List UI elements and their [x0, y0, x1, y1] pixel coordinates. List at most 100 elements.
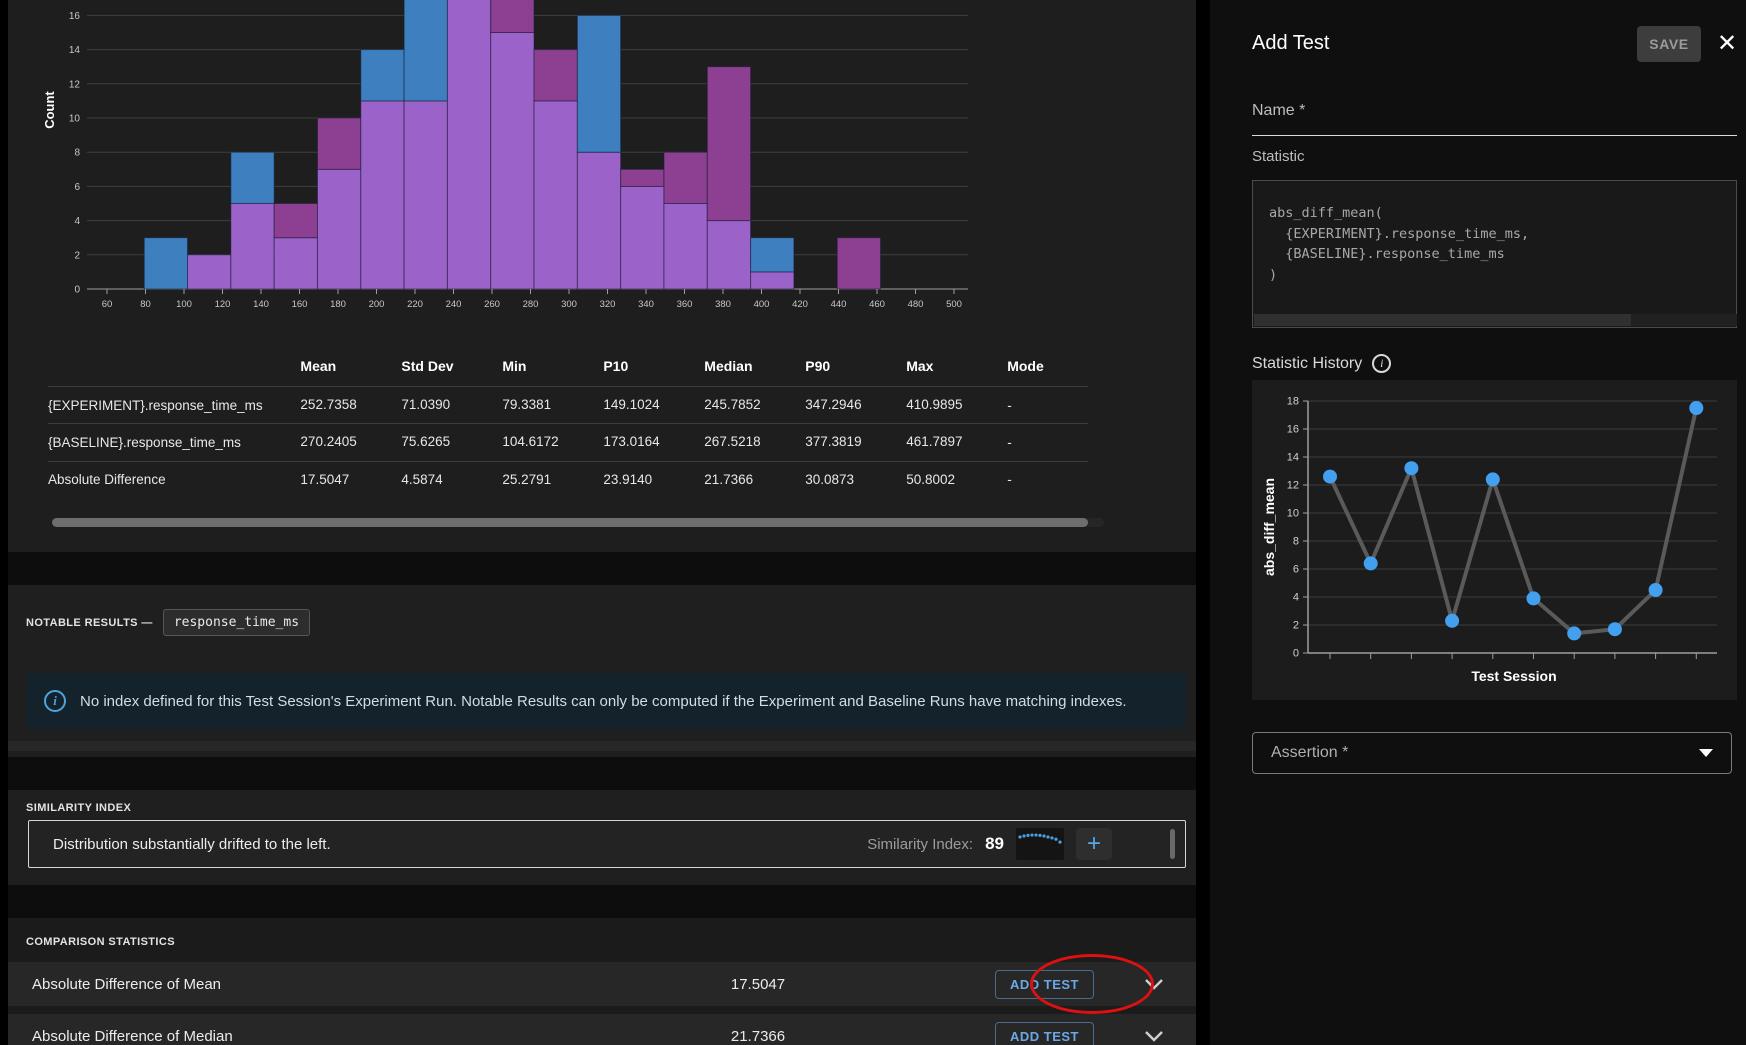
- notable-results-label: NOTABLE RESULTS —: [26, 617, 153, 629]
- statistic-label: Statistic: [1252, 148, 1305, 165]
- svg-text:4: 4: [1293, 592, 1299, 604]
- table-row: {BASELINE}.response_time_ms270.240575.62…: [48, 424, 1088, 461]
- similarity-row[interactable]: Distribution substantially drifted to th…: [28, 820, 1186, 868]
- results-panel: 0246810121416608010012014016018020022024…: [8, 0, 1196, 1045]
- info-banner: i No index defined for this Test Session…: [26, 673, 1186, 729]
- statistic-code-text: abs_diff_mean( {EXPERIMENT}.response_tim…: [1253, 181, 1736, 285]
- add-test-button[interactable]: ADD TEST: [995, 970, 1094, 999]
- table-cell: 377.3819: [805, 424, 906, 461]
- table-cell: -: [1007, 461, 1088, 498]
- svg-text:140: 140: [253, 299, 269, 310]
- table-cell: 21.7366: [704, 461, 805, 498]
- svg-text:380: 380: [715, 299, 731, 310]
- comparison-section-label: COMPARISON STATISTICS: [26, 936, 175, 948]
- add-test-button[interactable]: ADD TEST: [995, 1022, 1094, 1045]
- svg-text:6: 6: [74, 182, 80, 193]
- svg-text:Test Session: Test Session: [1471, 668, 1556, 684]
- table-cell: 347.2946: [805, 387, 906, 424]
- notable-scrollbar-track[interactable]: [8, 741, 1196, 751]
- code-scrollbar-thumb[interactable]: [1254, 314, 1631, 326]
- svg-text:240: 240: [446, 299, 462, 310]
- statistic-history-chart: 024681012141618Test Sessionabs_diff_mean: [1252, 380, 1737, 700]
- svg-text:80: 80: [140, 299, 151, 310]
- svg-text:220: 220: [407, 299, 423, 310]
- similarity-index-label: Similarity Index:: [867, 836, 973, 853]
- code-horizontal-scrollbar[interactable]: [1254, 314, 1737, 326]
- table-horizontal-scrollbar[interactable]: [52, 518, 1104, 527]
- statistic-history-card: 024681012141618Test Sessionabs_diff_mean: [1252, 380, 1737, 700]
- histogram-chart: 0246810121416608010012014016018020022024…: [8, 0, 1196, 330]
- similarity-vertical-scrollbar-thumb[interactable]: [1170, 829, 1175, 859]
- svg-text:500: 500: [946, 299, 962, 310]
- comparison-row-label: Absolute Difference of Mean: [8, 976, 568, 993]
- table-cell: 461.7897: [906, 424, 1007, 461]
- table-cell: 75.6265: [401, 424, 502, 461]
- svg-text:8: 8: [74, 148, 80, 159]
- svg-text:120: 120: [215, 299, 231, 310]
- table-cell: 252.7358: [300, 387, 401, 424]
- add-test-panel: Add Test SAVE ✕ Name * Statistic abs_dif…: [1210, 0, 1746, 1045]
- table-cell: 30.0873: [805, 461, 906, 498]
- table-cell: 410.9895: [906, 387, 1007, 424]
- svg-text:0: 0: [1293, 648, 1299, 660]
- table-row: Absolute Difference17.50474.587425.27912…: [48, 461, 1088, 498]
- svg-text:320: 320: [600, 299, 616, 310]
- svg-text:460: 460: [869, 299, 885, 310]
- panel-title: Add Test: [1252, 32, 1329, 55]
- add-similarity-test-button[interactable]: +: [1076, 828, 1112, 860]
- svg-text:280: 280: [523, 299, 539, 310]
- table-row-label: {BASELINE}.response_time_ms: [48, 424, 300, 461]
- table-column-header: P10: [603, 346, 704, 387]
- assertion-select[interactable]: Assertion *: [1252, 732, 1732, 774]
- svg-text:480: 480: [908, 299, 924, 310]
- similarity-sparkline: [1016, 828, 1064, 860]
- table-cell: 50.8002: [906, 461, 1007, 498]
- info-icon: i: [1372, 354, 1391, 373]
- stats-table-header: MeanStd DevMinP10MedianP90MaxMode: [48, 346, 1088, 387]
- svg-text:60: 60: [102, 299, 113, 310]
- svg-text:14: 14: [1287, 452, 1299, 464]
- table-cell: 23.9140: [603, 461, 704, 498]
- comparison-row-label: Absolute Difference of Median: [8, 1028, 568, 1045]
- svg-text:340: 340: [638, 299, 654, 310]
- similarity-message: Distribution substantially drifted to th…: [53, 836, 867, 853]
- svg-text:160: 160: [292, 299, 308, 310]
- comparison-row-mean: Absolute Difference of Mean 17.5047 ADD …: [8, 962, 1196, 1006]
- svg-text:300: 300: [561, 299, 577, 310]
- save-button[interactable]: SAVE: [1637, 26, 1701, 62]
- dropdown-caret-icon: [1699, 749, 1713, 757]
- similarity-index-value: 89: [985, 834, 1004, 854]
- svg-text:400: 400: [754, 299, 770, 310]
- similarity-section-label: SIMILARITY INDEX: [26, 802, 131, 814]
- svg-text:8: 8: [1293, 536, 1299, 548]
- table-cell: 25.2791: [502, 461, 603, 498]
- table-cell: 4.5874: [401, 461, 502, 498]
- table-row-label: {EXPERIMENT}.response_time_ms: [48, 387, 300, 424]
- table-column-header: Median: [704, 346, 805, 387]
- metric-chip[interactable]: response_time_ms: [163, 609, 310, 636]
- table-scrollbar-thumb[interactable]: [52, 518, 1088, 527]
- svg-text:12: 12: [69, 79, 81, 90]
- stats-table: MeanStd DevMinP10MedianP90MaxMode {EXPER…: [48, 346, 1088, 498]
- table-cell: -: [1007, 387, 1088, 424]
- chevron-down-icon[interactable]: [1142, 976, 1166, 992]
- table-row-label: Absolute Difference: [48, 461, 300, 498]
- chevron-down-icon[interactable]: [1142, 1028, 1166, 1044]
- table-cell: 270.2405: [300, 424, 401, 461]
- name-input[interactable]: [1252, 96, 1737, 136]
- svg-text:2: 2: [1293, 620, 1299, 632]
- table-cell: 71.0390: [401, 387, 502, 424]
- svg-text:6: 6: [1293, 564, 1299, 576]
- app-window: 0246810121416608010012014016018020022024…: [0, 0, 1746, 1045]
- statistic-code-block[interactable]: abs_diff_mean( {EXPERIMENT}.response_tim…: [1252, 180, 1737, 328]
- table-cell: 17.5047: [300, 461, 401, 498]
- table-cell: 267.5218: [704, 424, 805, 461]
- table-column-header: Mode: [1007, 346, 1088, 387]
- table-column-header: Min: [502, 346, 603, 387]
- table-column-header: Std Dev: [401, 346, 502, 387]
- close-icon[interactable]: ✕: [1713, 30, 1741, 58]
- table-row: {EXPERIMENT}.response_time_ms252.735871.…: [48, 387, 1088, 424]
- svg-text:420: 420: [792, 299, 808, 310]
- svg-text:10: 10: [69, 114, 81, 125]
- table-column-header: Max: [906, 346, 1007, 387]
